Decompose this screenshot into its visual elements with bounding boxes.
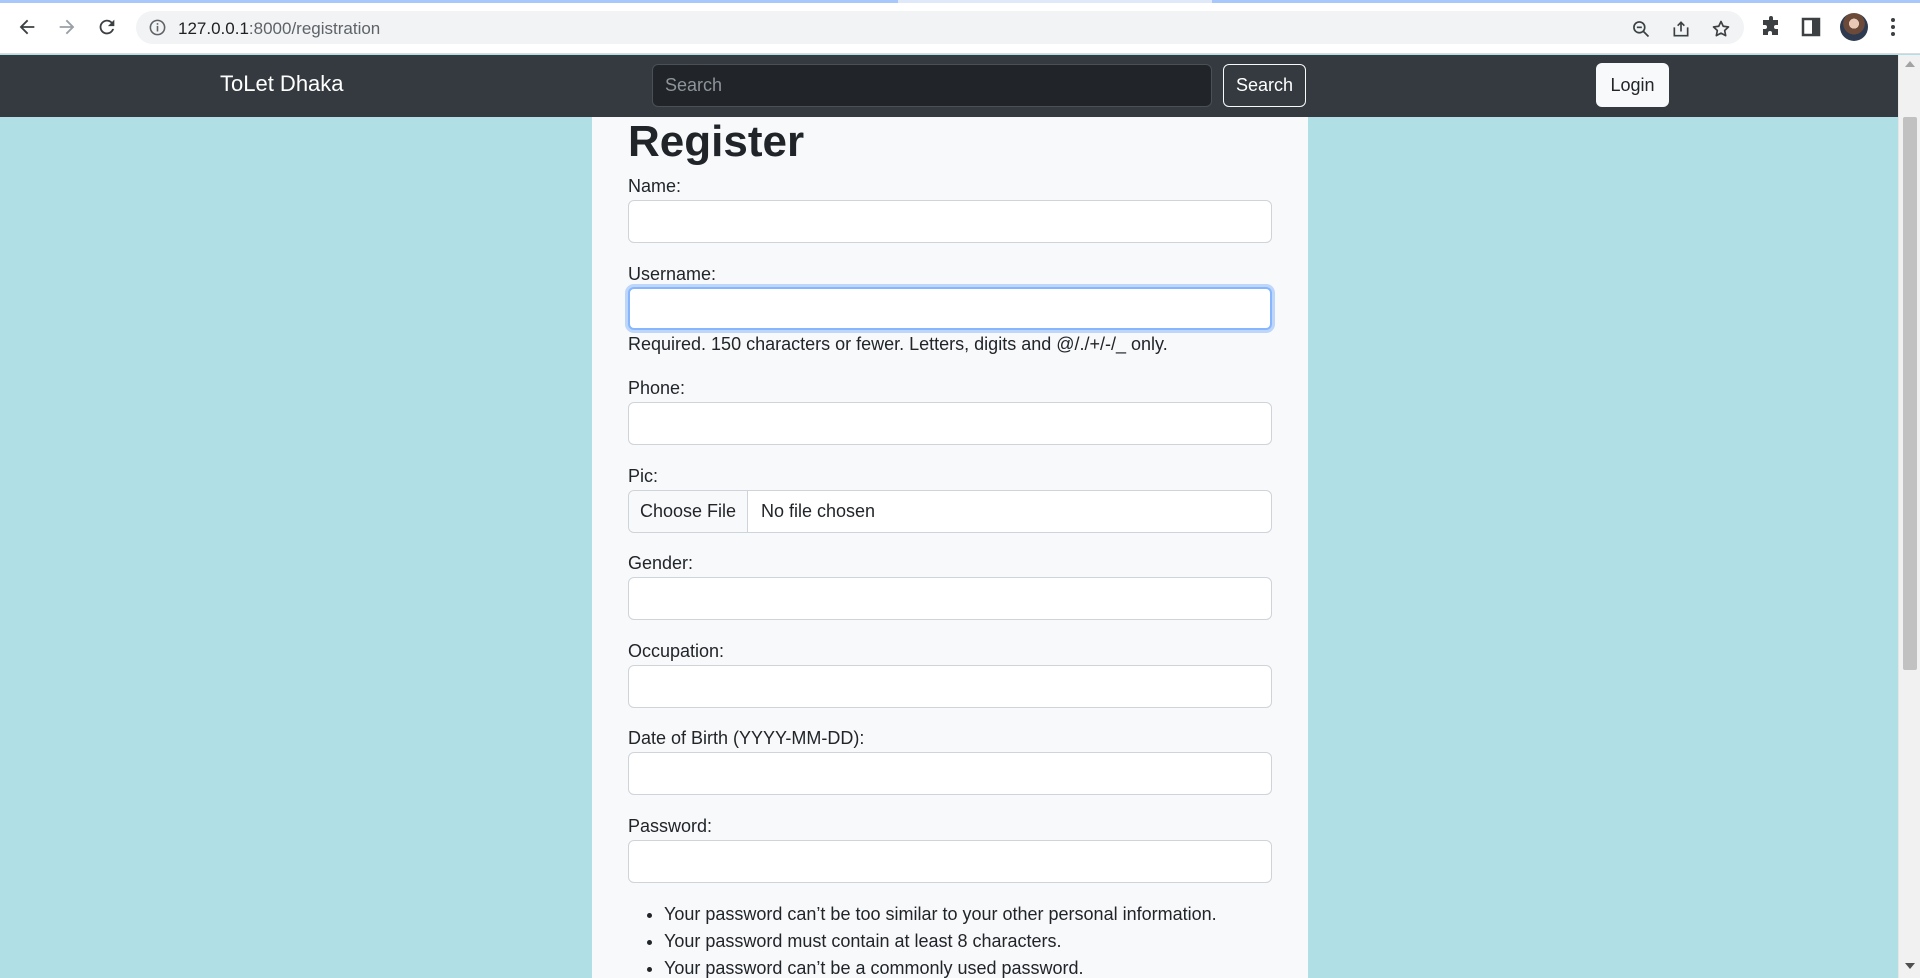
username-input[interactable] bbox=[628, 287, 1272, 330]
reload-button[interactable] bbox=[92, 12, 122, 42]
search-button[interactable]: Search bbox=[1223, 64, 1306, 107]
login-button[interactable]: Login bbox=[1596, 63, 1669, 107]
occupation-label: Occupation: bbox=[628, 641, 725, 661]
name-label: Name: bbox=[628, 176, 682, 196]
username-label: Username: bbox=[628, 264, 717, 284]
info-icon[interactable] bbox=[148, 18, 167, 37]
dob-input[interactable] bbox=[628, 752, 1272, 795]
phone-input[interactable] bbox=[628, 402, 1272, 445]
brand-link[interactable]: ToLet Dhaka bbox=[220, 71, 344, 97]
username-help-text: Required. 150 characters or fewer. Lette… bbox=[628, 334, 1168, 354]
choose-file-button[interactable]: Choose File bbox=[629, 491, 748, 532]
url-host: 127.0.0.1 bbox=[178, 19, 249, 38]
kebab-menu-icon[interactable] bbox=[1881, 15, 1905, 39]
gender-input[interactable] bbox=[628, 577, 1272, 620]
back-button[interactable] bbox=[12, 12, 42, 42]
password-label: Password: bbox=[628, 816, 713, 836]
scroll-up-icon[interactable] bbox=[1905, 61, 1915, 67]
browser-toolbar: 127.0.0.1:8000/registration bbox=[0, 0, 1920, 54]
star-icon[interactable] bbox=[1711, 19, 1731, 39]
dob-label: Date of Birth (YYYY-MM-DD): bbox=[628, 728, 865, 748]
list-item: Your password can’t be a commonly used p… bbox=[664, 956, 1217, 978]
password-rules-list: Your password can’t be too similar to yo… bbox=[664, 902, 1217, 978]
occupation-input[interactable] bbox=[628, 665, 1272, 708]
address-bar[interactable]: 127.0.0.1:8000/registration bbox=[136, 11, 1744, 44]
forward-button[interactable] bbox=[52, 12, 82, 42]
share-icon[interactable] bbox=[1671, 19, 1691, 39]
search-input[interactable] bbox=[652, 64, 1212, 107]
zoom-out-icon[interactable] bbox=[1631, 19, 1651, 39]
list-item: Your password must contain at least 8 ch… bbox=[664, 929, 1217, 956]
password-input[interactable] bbox=[628, 840, 1272, 883]
page-scrollbar[interactable] bbox=[1898, 55, 1920, 978]
reload-icon bbox=[99, 19, 115, 35]
pic-file-input[interactable]: Choose File No file chosen bbox=[628, 490, 1272, 533]
arrow-right-icon bbox=[59, 19, 75, 35]
site-navbar: ToLet Dhaka Search Login bbox=[0, 55, 1898, 117]
side-panel-icon[interactable] bbox=[1799, 15, 1823, 39]
loading-bar bbox=[0, 0, 1920, 3]
pic-label: Pic: bbox=[628, 466, 659, 486]
name-input[interactable] bbox=[628, 200, 1272, 243]
phone-label: Phone: bbox=[628, 378, 686, 398]
scrollbar-thumb[interactable] bbox=[1903, 117, 1917, 670]
page-title: Register bbox=[628, 117, 805, 166]
registration-form: Register Name: Username: Required. 150 c… bbox=[592, 117, 1308, 978]
arrow-left-icon bbox=[19, 19, 35, 35]
file-status-text: No file chosen bbox=[761, 501, 876, 521]
scroll-down-icon[interactable] bbox=[1905, 963, 1915, 969]
gender-label: Gender: bbox=[628, 553, 694, 573]
list-item: Your password can’t be too similar to yo… bbox=[664, 902, 1217, 929]
url-path: :8000/registration bbox=[248, 19, 381, 38]
puzzle-icon[interactable] bbox=[1760, 15, 1784, 39]
url-text: 127.0.0.1:8000/registration bbox=[178, 19, 380, 39]
profile-avatar[interactable] bbox=[1840, 13, 1868, 41]
